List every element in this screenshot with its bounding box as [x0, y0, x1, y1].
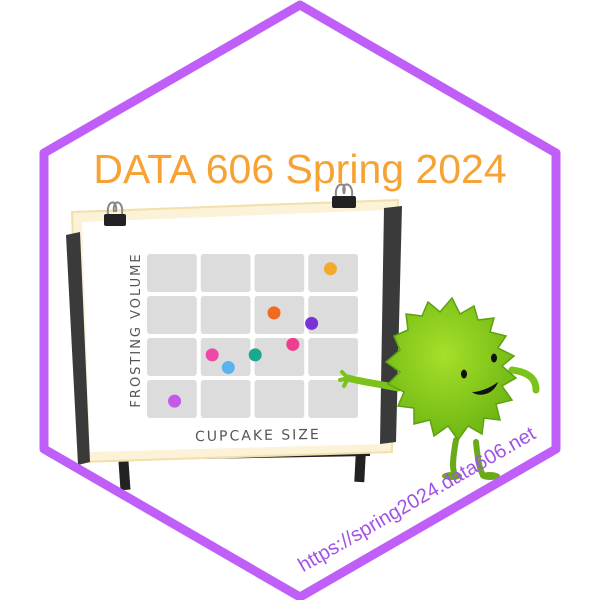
- grid-cell: [200, 380, 251, 418]
- grid-cell: [254, 380, 305, 418]
- grid-cell: [254, 254, 305, 292]
- artist-signature: HORST '19: [492, 503, 549, 513]
- grid-cell: [200, 254, 251, 292]
- grid-cell: [147, 296, 197, 334]
- grid-cell: [308, 380, 358, 418]
- scatter-point: [205, 348, 219, 362]
- grid-cell: [147, 254, 197, 292]
- y-axis-label: FROSTING VOLUME: [129, 252, 144, 407]
- hex-sticker: CUPCAKE SIZE FROSTING VOLUME HORST '19 D…: [39, 0, 561, 600]
- grid-cell: [147, 338, 197, 376]
- grid-cell: [308, 338, 358, 376]
- scatter-point: [248, 348, 262, 362]
- scatter-point: [221, 361, 235, 374]
- monster-eye: [461, 369, 467, 379]
- grid-cell: [200, 296, 251, 334]
- scatter-point: [323, 262, 337, 276]
- scatter-point: [168, 394, 182, 408]
- sticker-title: DATA 606 Spring 2024: [93, 146, 506, 192]
- scatter-point: [305, 316, 319, 330]
- scatter-point: [267, 306, 281, 320]
- monster-eye: [491, 353, 497, 363]
- scatter-point: [286, 337, 300, 351]
- x-axis-label: CUPCAKE SIZE: [195, 427, 321, 445]
